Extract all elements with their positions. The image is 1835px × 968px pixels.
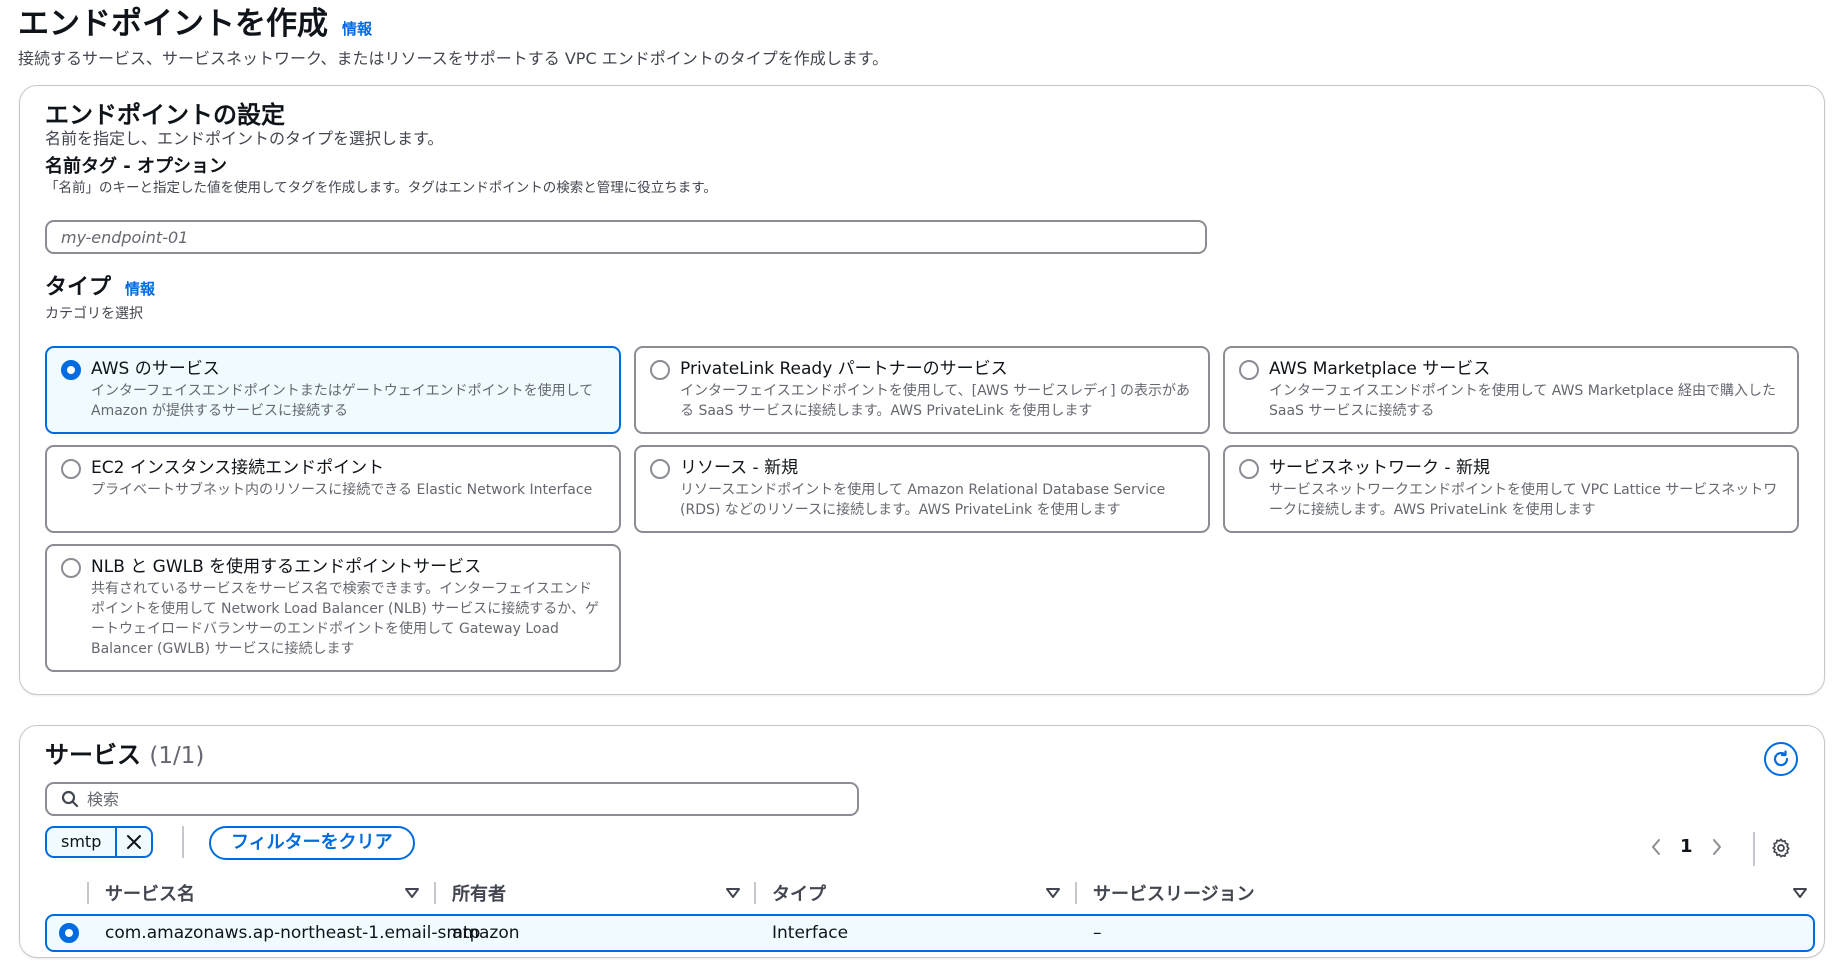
services-title-text: サービス — [45, 741, 141, 769]
type-option-title: EC2 インスタンス接続エンドポイント — [91, 458, 385, 478]
caret-down-icon[interactable] — [726, 887, 740, 899]
type-radio-nlb-gwlb[interactable] — [61, 558, 81, 578]
type-radio-privatelink-partner[interactable] — [650, 360, 670, 380]
caret-down-icon[interactable] — [1046, 887, 1060, 899]
cell-type: Interface — [772, 923, 849, 943]
column-separator — [754, 882, 756, 904]
cell-owner: amazon — [452, 923, 520, 943]
current-page[interactable]: 1 — [1680, 836, 1693, 857]
page-info-link[interactable]: 情報 — [342, 18, 372, 39]
cell-service-name: com.amazonaws.ap-northeast-1.email-smtp — [105, 923, 481, 943]
search-icon — [61, 790, 79, 808]
service-search-input[interactable] — [87, 789, 847, 809]
column-header-owner[interactable]: 所有者 — [452, 876, 506, 910]
endpoint-settings-container: エンドポイントの設定 名前を指定し、エンドポイントのタイプを選択します。 名前タ… — [19, 85, 1825, 695]
type-option-marketplace[interactable]: AWS Marketplace サービス インターフェイスエンドポイントを使用し… — [1223, 346, 1799, 434]
type-option-nlb-gwlb[interactable]: NLB と GWLB を使用するエンドポイントサービス 共有されているサービスを… — [45, 544, 621, 672]
type-radio-ec2-instance-connect[interactable] — [61, 459, 81, 479]
services-title: サービス (1/1) — [45, 740, 204, 771]
column-header-service-name[interactable]: サービス名 — [105, 876, 195, 910]
name-tag-label: 名前タグ - オプション — [45, 156, 228, 177]
settings-title: エンドポイントの設定 — [45, 101, 285, 129]
type-radio-resource[interactable] — [650, 459, 670, 479]
services-count: (1/1) — [149, 743, 205, 769]
service-search-box[interactable] — [45, 782, 859, 816]
row-select-radio[interactable] — [59, 923, 79, 943]
type-option-description: インターフェイスエンドポイントまたはゲートウェイエンドポイントを使用して Ama… — [91, 383, 594, 419]
caret-down-icon[interactable] — [405, 887, 419, 899]
type-info-link[interactable]: 情報 — [125, 278, 155, 299]
type-option-description: リソースエンドポイントを使用して Amazon Relational Datab… — [680, 482, 1166, 518]
column-separator — [1075, 882, 1077, 904]
clear-filter-button[interactable]: フィルターをクリア — [209, 826, 415, 860]
type-option-ec2-instance-connect[interactable]: EC2 インスタンス接続エンドポイント プライベートサブネット内のリソースに接続… — [45, 445, 621, 533]
filter-token: smtp — [45, 826, 154, 858]
services-container: サービス (1/1) smtp フィルターをクリア 1 — [19, 725, 1825, 958]
page-header: エンドポイントを作成 情報 接続するサービス、サービスネットワーク、またはリソー… — [18, 4, 1818, 70]
chevron-left-icon[interactable] — [1650, 838, 1662, 856]
table-header: サービス名 所有者 タイプ サービスリージョン — [45, 876, 1815, 910]
type-option-description: サービスネットワークエンドポイントを使用して VPC Lattice サービスネ… — [1269, 482, 1778, 518]
filter-token-dismiss-button[interactable] — [117, 828, 151, 856]
name-tag-description: 「名前」のキーと指定した値を使用してタグを作成します。タグはエンドポイントの検索… — [45, 180, 717, 196]
type-option-title: AWS Marketplace サービス — [1269, 359, 1491, 379]
chevron-right-icon[interactable] — [1711, 838, 1723, 856]
settings-description: 名前を指定し、エンドポイントのタイプを選択します。 — [45, 129, 444, 148]
column-header-service-region[interactable]: サービスリージョン — [1093, 876, 1255, 910]
column-header-type[interactable]: タイプ — [772, 876, 826, 910]
type-label: タイプ — [45, 275, 112, 300]
type-option-privatelink-partner[interactable]: PrivateLink Ready パートナーのサービス インターフェイスエンド… — [634, 346, 1210, 434]
type-option-title: リソース - 新規 — [680, 458, 799, 478]
type-option-title: PrivateLink Ready パートナーのサービス — [680, 359, 1008, 379]
type-description: カテゴリを選択 — [45, 306, 143, 322]
type-option-aws-services[interactable]: AWS のサービス インターフェイスエンドポイントまたはゲートウェイエンドポイン… — [45, 346, 621, 434]
type-option-title: AWS のサービス — [91, 359, 220, 379]
type-option-description: 共有されているサービスをサービス名で検索できます。インターフェイスエンドポイント… — [91, 581, 599, 657]
filter-divider — [182, 826, 184, 858]
refresh-icon — [1773, 750, 1789, 767]
type-option-title: NLB と GWLB を使用するエンドポイントサービス — [91, 557, 482, 577]
pagination: 1 — [1650, 836, 1723, 857]
type-option-resource[interactable]: リソース - 新規 リソースエンドポイントを使用して Amazon Relati… — [634, 445, 1210, 533]
type-option-description: インターフェイスエンドポイントを使用して AWS Marketplace 経由で… — [1269, 383, 1777, 419]
table-row[interactable]: com.amazonaws.ap-northeast-1.email-smtp … — [45, 914, 1815, 952]
cell-service-region: – — [1093, 923, 1102, 943]
gear-icon[interactable] — [1770, 837, 1792, 859]
type-label-row: タイプ 情報 — [45, 274, 155, 302]
type-radio-service-network[interactable] — [1239, 459, 1259, 479]
type-option-service-network[interactable]: サービスネットワーク - 新規 サービスネットワークエンドポイントを使用して V… — [1223, 445, 1799, 533]
name-tag-input[interactable] — [45, 220, 1207, 254]
type-option-description: プライベートサブネット内のリソースに接続できる Elastic Network … — [91, 482, 593, 498]
page-title: エンドポイントを作成 — [18, 6, 328, 42]
type-option-title: サービスネットワーク - 新規 — [1269, 458, 1490, 478]
pager-divider — [1753, 832, 1755, 866]
type-radio-marketplace[interactable] — [1239, 360, 1259, 380]
type-radio-aws-services[interactable] — [61, 360, 81, 380]
close-icon — [127, 835, 142, 849]
type-option-description: インターフェイスエンドポイントを使用して、[AWS サービスレディ] の表示があ… — [680, 383, 1191, 419]
page-description: 接続するサービス、サービスネットワーク、またはリソースをサポートする VPC エ… — [18, 49, 889, 68]
refresh-button[interactable] — [1764, 742, 1798, 776]
filter-token-label: smtp — [47, 828, 118, 856]
caret-down-icon[interactable] — [1793, 887, 1807, 899]
column-separator — [434, 882, 436, 904]
column-separator — [87, 882, 89, 904]
